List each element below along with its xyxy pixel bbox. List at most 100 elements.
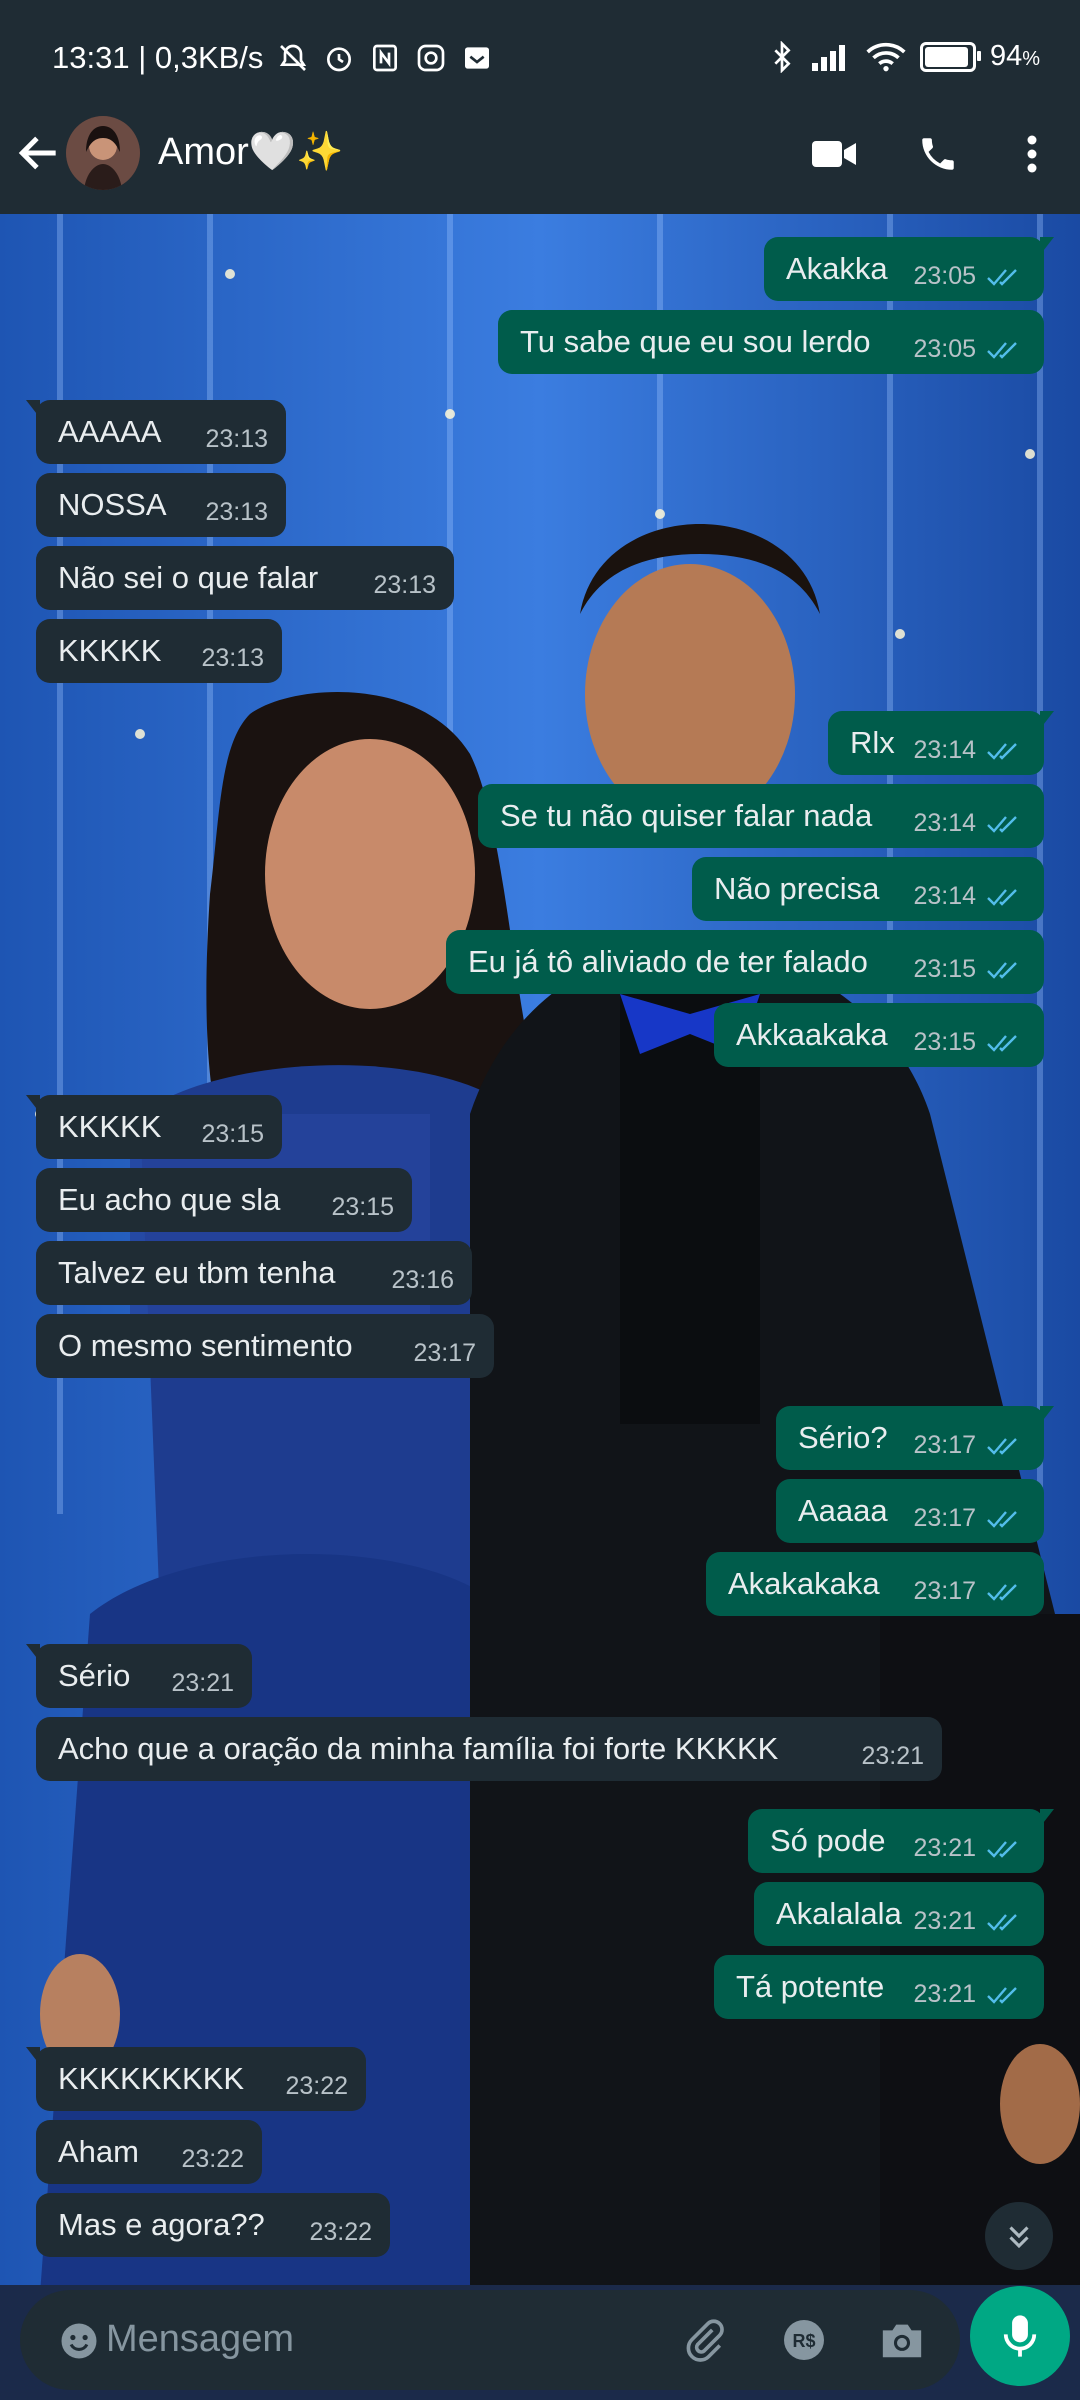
message-text: KKKKK [58, 1109, 162, 1144]
status-left: 13:31 | 0,3KB/s [52, 40, 493, 76]
outgoing-message[interactable]: Se tu não quiser falar nada 23:14 [478, 784, 1044, 848]
outgoing-message[interactable]: Akalalala 23:21 [754, 1882, 1044, 1946]
incoming-message[interactable]: Aham 23:22 [36, 2120, 262, 2184]
message-text: O mesmo sentimento [58, 1328, 353, 1363]
message-text: Tá potente [736, 1969, 885, 2004]
mic-icon [1003, 2315, 1037, 2357]
outgoing-message[interactable]: Aaaaa 23:17 [776, 1479, 1044, 1543]
message-time: 23:21 [861, 1742, 924, 1770]
message-input-bar[interactable]: Mensagem R$ [20, 2290, 960, 2390]
attach-icon[interactable] [680, 2316, 728, 2364]
read-receipt-icon [987, 1987, 1017, 2004]
alarm-icon [327, 47, 352, 72]
chat-area[interactable]: Akakka 23:05 Tu sabe que eu sou lerdo 23:05… [0, 214, 1080, 2285]
message-time: 23:14 [913, 809, 976, 837]
message-text: Eu já tô aliviado de ter falado [468, 944, 868, 979]
outgoing-message[interactable]: Não precisa 23:14 [692, 857, 1044, 921]
outgoing-message[interactable]: Sério? 23:17 [776, 1406, 1054, 1470]
mic-button[interactable] [970, 2286, 1070, 2386]
incoming-message[interactable]: KKKKK 23:15 [26, 1095, 282, 1159]
message-text: Akkaakaka [736, 1017, 888, 1052]
message-text: Mas e agora?? [58, 2207, 265, 2242]
incoming-message[interactable]: NOSSA 23:13 [36, 473, 286, 537]
incoming-message[interactable]: O mesmo sentimento 23:17 [36, 1314, 494, 1378]
message-time: 23:21 [171, 1669, 234, 1697]
outgoing-message[interactable]: Só pode 23:21 [748, 1809, 1054, 1873]
outgoing-message[interactable]: Akkaakaka 23:15 [714, 1003, 1044, 1067]
wifi-icon [866, 42, 906, 71]
bubble-tail [1040, 1809, 1054, 1827]
bubble-tail [26, 400, 40, 418]
message-input[interactable]: Mensagem [106, 2318, 294, 2361]
bubble-tail [1040, 1406, 1054, 1424]
message-time: 23:13 [205, 498, 268, 526]
message-text: Akalalala [776, 1896, 902, 1931]
incoming-message[interactable]: AAAAA 23:13 [26, 400, 286, 464]
message-time: 23:14 [913, 736, 976, 764]
message-time: 23:14 [913, 882, 976, 910]
signal-icon [811, 44, 845, 71]
outgoing-message[interactable]: Akakakaka 23:17 [706, 1552, 1044, 1616]
outgoing-message[interactable]: Rlx 23:14 [828, 711, 1054, 775]
message-time: 23:22 [309, 2218, 372, 2246]
chat-header: Amor🤍✨ [0, 100, 1080, 214]
message-time: 23:13 [201, 644, 264, 672]
outgoing-message[interactable]: Tá potente 23:21 [714, 1955, 1044, 2019]
read-receipt-icon [987, 1035, 1017, 1052]
outgoing-message[interactable]: Eu já tô aliviado de ter falado 23:15 [446, 930, 1044, 994]
read-receipt-icon [987, 889, 1017, 906]
message-text: Não sei o que falar [58, 560, 319, 595]
back-arrow-icon[interactable] [14, 128, 64, 178]
message-text: Não precisa [714, 871, 880, 906]
incoming-message[interactable]: Não sei o que falar 23:13 [36, 546, 454, 610]
emoji-icon[interactable] [58, 2320, 100, 2362]
bubble-tail [26, 2047, 40, 2065]
incoming-message[interactable]: Eu acho que sla 23:15 [36, 1168, 412, 1232]
message-time: 23:21 [913, 1980, 976, 2008]
battery-percent: 94% [989, 40, 1040, 72]
read-receipt-icon [987, 1511, 1017, 1528]
message-text: Sério [58, 1658, 131, 1693]
message-text: Acho que a oração da minha família foi f… [58, 1731, 779, 1766]
read-receipt-icon [987, 1914, 1017, 1931]
message-text: Sério? [798, 1420, 888, 1455]
battery-icon [919, 41, 981, 72]
incoming-message[interactable]: Mas e agora?? 23:22 [36, 2193, 390, 2257]
message-time: 23:15 [913, 1028, 976, 1056]
scroll-down-button[interactable] [985, 2202, 1053, 2270]
message-text: Só pode [770, 1823, 886, 1858]
incoming-message[interactable]: Sério 23:21 [26, 1644, 252, 1708]
read-receipt-icon [987, 743, 1017, 760]
read-receipt-icon [987, 816, 1017, 833]
incoming-message[interactable]: Talvez eu tbm tenha 23:16 [36, 1241, 472, 1305]
bluetooth-icon [774, 40, 791, 73]
contact-name[interactable]: Amor🤍✨ [158, 130, 343, 174]
message-text: Aaaaa [798, 1493, 888, 1528]
status-time-speed: 13:31 | 0,3KB/s [52, 40, 264, 75]
camera-icon[interactable] [878, 2316, 926, 2364]
message-time: 23:17 [413, 1339, 476, 1367]
outgoing-message[interactable]: Akakka 23:05 [764, 237, 1054, 301]
bubble-tail [26, 1095, 40, 1113]
read-receipt-icon [987, 1438, 1017, 1455]
status-right: 94% [766, 40, 1040, 73]
svg-text:R$: R$ [792, 2331, 815, 2351]
incoming-message[interactable]: Acho que a oração da minha família foi f… [36, 1717, 942, 1781]
avatar[interactable] [66, 116, 140, 190]
incoming-message[interactable]: KKKKK 23:13 [36, 619, 282, 683]
video-call-icon[interactable] [806, 126, 862, 182]
message-time: 23:15 [913, 955, 976, 983]
outgoing-message[interactable]: Tu sabe que eu sou lerdo 23:05 [498, 310, 1044, 374]
more-options-icon[interactable] [1004, 126, 1060, 182]
read-receipt-icon [987, 1841, 1017, 1858]
incoming-message[interactable]: KKKKKKKKK 23:22 [26, 2047, 366, 2111]
read-receipt-icon [987, 1584, 1017, 1601]
payment-icon[interactable]: R$ [780, 2316, 828, 2364]
inbox-icon [465, 47, 490, 69]
message-text: Aham [58, 2134, 139, 2169]
message-text: Se tu não quiser falar nada [500, 798, 873, 833]
read-receipt-icon [987, 269, 1017, 286]
voice-call-icon[interactable] [910, 126, 966, 182]
message-time: 23:22 [181, 2145, 244, 2173]
message-time: 23:13 [373, 571, 436, 599]
